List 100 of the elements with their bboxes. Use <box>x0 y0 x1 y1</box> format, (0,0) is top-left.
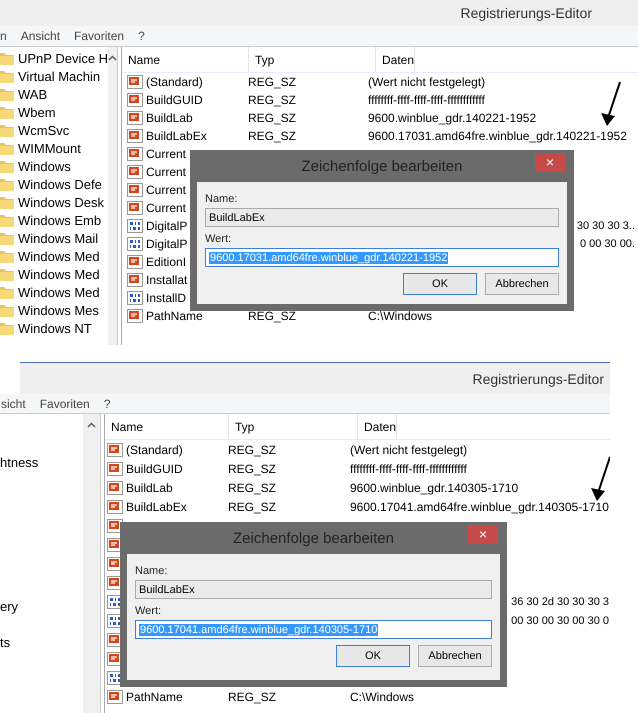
tree-item[interactable]: ts <box>0 634 10 650</box>
field-label: Name: <box>135 564 168 579</box>
window-title: Registrierungs-Editor <box>460 5 592 21</box>
value-name: BuildLabEx <box>146 129 207 143</box>
folder-icon <box>0 285 14 299</box>
binary-value-icon <box>127 219 143 233</box>
value-name: BuildGUID <box>126 462 183 476</box>
string-value-icon <box>127 309 143 323</box>
tree-item[interactable]: Windows Mes <box>18 302 99 318</box>
folder-icon <box>0 141 14 155</box>
menu-item[interactable]: Ansicht <box>20 29 62 43</box>
name-field[interactable]: BuildLabEx <box>205 208 559 227</box>
ok-button[interactable]: OK <box>336 645 410 667</box>
tree-item[interactable]: Wbem <box>18 104 56 120</box>
value-data: 0 00 30 00. <box>580 238 635 250</box>
column-header[interactable]: Daten <box>376 47 416 72</box>
menu-item[interactable]: sicht <box>0 396 27 410</box>
menu-item[interactable]: Favoriten <box>73 29 126 43</box>
close-button[interactable]: × <box>535 153 565 172</box>
binary-value-icon <box>127 237 143 251</box>
scroll-up-icon <box>108 55 118 61</box>
value-type: REG_SZ <box>248 111 296 125</box>
tree-item[interactable]: Windows Defe <box>18 176 102 192</box>
value-name: BuildGUID <box>146 93 203 107</box>
tree-item[interactable]: Windows Med <box>18 248 100 264</box>
value-name: EditionI <box>146 255 186 269</box>
value-data: 9600.winblue_gdr.140221-1952 <box>368 111 536 125</box>
value-name: Current <box>146 183 186 197</box>
string-value-icon <box>127 75 143 89</box>
tree-item[interactable]: Windows Desk <box>18 194 104 210</box>
arrow-icon <box>588 455 610 503</box>
name-field[interactable]: BuildLabEx <box>135 580 492 599</box>
folder-icon <box>0 267 14 281</box>
scroll-up-icon <box>87 422 96 428</box>
tree-item[interactable]: Windows Med <box>18 284 100 300</box>
column-header[interactable]: Name <box>105 414 229 439</box>
value-name: PathName <box>126 690 183 704</box>
menu-item[interactable]: Favoriten <box>38 396 91 410</box>
column-header[interactable]: Typ <box>229 414 358 439</box>
value-data: ffffffff-ffff-ffff-ffff-ffffffffffff <box>368 93 485 107</box>
tree-item[interactable]: Windows NT <box>18 320 92 336</box>
folder-icon <box>0 159 14 173</box>
menu-item[interactable]: ? <box>102 396 112 410</box>
folder-icon <box>0 105 14 119</box>
value-data: 9600.17041.amd64fre.winblue_gdr.140305-1710 <box>350 500 609 514</box>
string-value-icon <box>107 690 123 704</box>
tree-item[interactable]: Windows Med <box>18 266 100 282</box>
value-type: REG_SZ <box>248 129 296 143</box>
tree-item[interactable]: Windows <box>18 158 71 174</box>
value-name: BuildLab <box>126 480 173 494</box>
tree-item[interactable]: Windows Emb <box>18 212 102 228</box>
dialog-title: Zeichenfolge bearbeiten <box>302 158 462 174</box>
close-button[interactable]: × <box>468 525 498 544</box>
value-name: DigitalP <box>146 237 188 251</box>
folder-icon <box>0 51 14 65</box>
string-value-icon <box>127 111 143 125</box>
tree-item[interactable]: WcmSvc <box>18 122 70 138</box>
folder-icon <box>0 87 14 101</box>
string-value-icon <box>127 147 143 161</box>
folder-icon <box>0 249 14 263</box>
value-data: 00 30 00 30 00 30 0 <box>511 614 609 626</box>
folder-icon <box>0 123 14 137</box>
value-type: REG_SZ <box>228 480 276 494</box>
menu-item[interactable]: ? <box>137 29 146 43</box>
arrow-icon <box>598 80 624 128</box>
value-name: BuildLabEx <box>126 500 187 514</box>
column-header[interactable]: Typ <box>249 47 376 72</box>
string-value-icon <box>127 165 143 179</box>
value-type: REG_SZ <box>248 93 296 107</box>
tree-item[interactable]: Virtual Machin <box>18 68 100 84</box>
column-header[interactable]: Name <box>122 47 249 72</box>
string-value-icon <box>127 255 143 269</box>
tree-item[interactable]: WAB <box>18 86 48 102</box>
cancel-button[interactable]: Abbrechen <box>485 273 559 295</box>
column-header[interactable]: Daten <box>358 414 398 439</box>
tree-item[interactable]: WIMMount <box>18 140 81 156</box>
tree-item[interactable]: ery <box>0 598 18 614</box>
value-name: Current <box>146 147 186 161</box>
value-type: REG_SZ <box>228 500 276 514</box>
value-name: (Standard) <box>146 75 203 89</box>
value-data: ffffffff-ffff-ffff-ffff-ffffffffffff <box>350 462 467 476</box>
value-name: Current <box>146 201 186 215</box>
value-type: REG_SZ <box>248 309 296 323</box>
tree-item[interactable]: Windows Mail <box>18 230 98 246</box>
cancel-button[interactable]: Abbrechen <box>418 645 492 667</box>
field-label: Name: <box>205 192 238 207</box>
folder-icon <box>0 177 14 191</box>
value-name: BuildLab <box>146 111 193 125</box>
tree-item[interactable]: UPnP Device H <box>18 50 108 66</box>
menu-item[interactable]: n <box>0 29 8 43</box>
value-data: C:\Windows <box>350 690 414 704</box>
tree-item[interactable]: htness <box>0 454 38 470</box>
string-value-icon <box>107 480 123 494</box>
value-data: 9600.winblue_gdr.140305-1710 <box>350 480 518 494</box>
ok-button[interactable]: OK <box>403 273 477 295</box>
value-data: C:\Windows <box>368 309 432 323</box>
window-title: Registrierungs-Editor <box>472 370 604 386</box>
value-data: 30 30 30 3.. <box>576 220 635 232</box>
value-type: REG_SZ <box>248 75 296 89</box>
value-name: InstallD <box>146 291 186 305</box>
